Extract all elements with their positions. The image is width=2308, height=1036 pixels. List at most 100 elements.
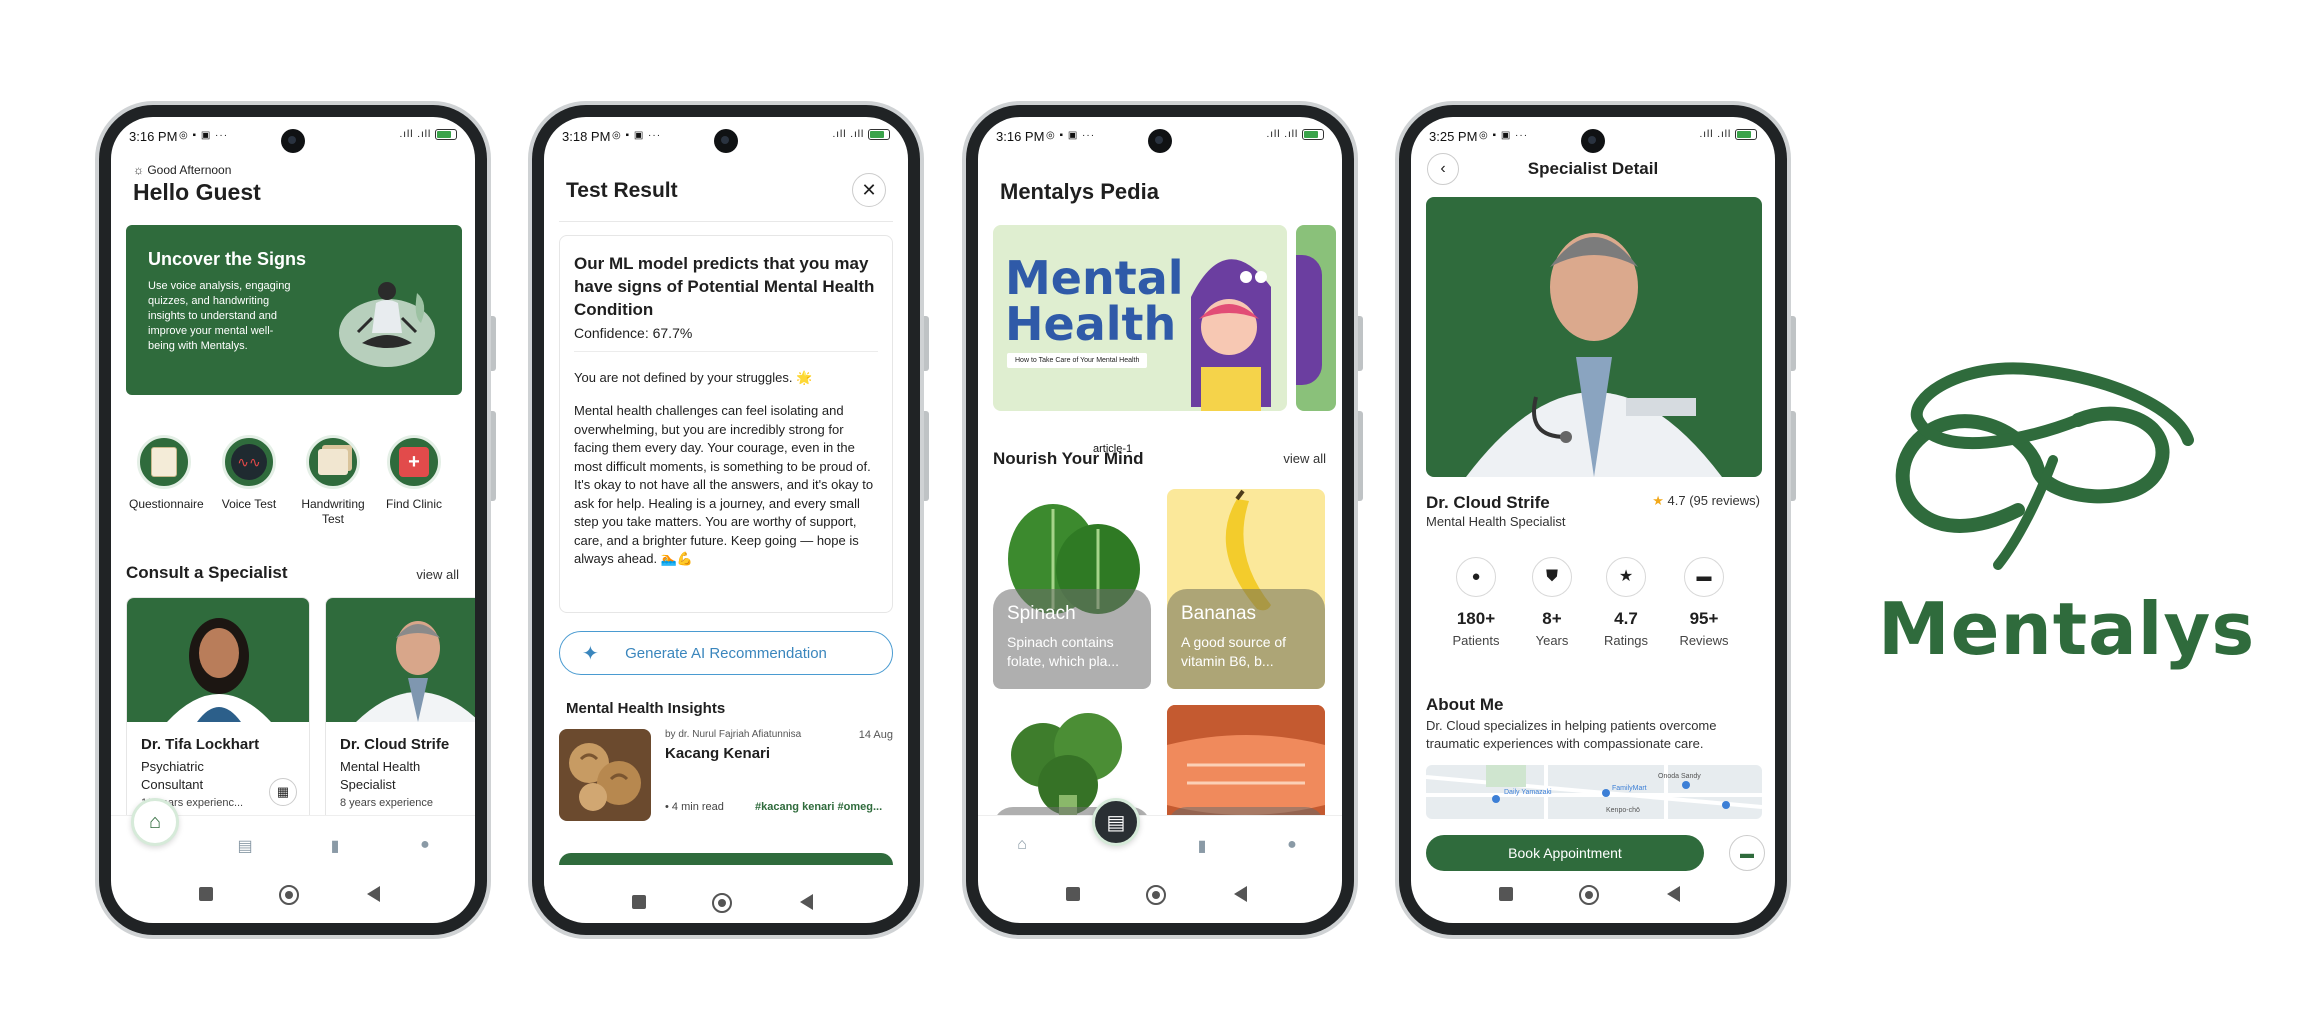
star-icon: ★ [1606, 557, 1646, 597]
doctor-role: Psychiatric Consultant [141, 759, 204, 792]
chat-icon: ▬ [1684, 557, 1724, 597]
nourish-view-all-link[interactable]: view all [1283, 451, 1326, 466]
stat-years: ⛊ 8+ Years [1520, 557, 1584, 648]
bottom-tab-bar: ⌂ ▤ ▮ ● [978, 798, 1342, 875]
hero-card[interactable]: Uncover the Signs Use voice analysis, en… [126, 225, 462, 395]
profile-tab-icon[interactable]: ● [415, 836, 435, 854]
rating-summary: ★ 4.7 (95 reviews) [1652, 493, 1760, 508]
banner-title: Mental Health [1005, 251, 1184, 351]
home-tab-icon[interactable]: ⌂ [1012, 836, 1032, 854]
hero-text: Use voice analysis, engaging quizzes, an… [148, 280, 291, 352]
walnut-image [559, 729, 651, 821]
banner-next-partial[interactable] [1296, 225, 1336, 411]
back-icon[interactable] [367, 886, 380, 902]
doctor-role: Mental Health Specialist [1426, 514, 1566, 529]
pedia-screen: 3:16 PM ◎ ▪ ▣ ··· .ıll .ıll Mentalys Ped… [978, 117, 1342, 923]
section-title-consult: Consult a Specialist [126, 563, 288, 582]
test-result-screen: 3:18 PM ◎ ▪ ▣ ··· .ıll .ıll Test Result … [544, 117, 908, 923]
doctor-card-2[interactable]: Dr. Cloud Strife Mental Health Specialis… [325, 597, 475, 825]
banner-subtitle: How to Take Care of Your Mental Health [1007, 353, 1148, 368]
stats-tab-icon[interactable]: ▮ [1192, 836, 1212, 855]
stats-tab-icon[interactable]: ▮ [325, 836, 345, 855]
home-button-icon[interactable] [1146, 885, 1166, 905]
bottom-action-button-partial[interactable] [559, 853, 893, 865]
signal-battery-icons: .ıll .ıll [399, 129, 457, 140]
pedia-tab-icon[interactable]: ▤ [235, 836, 255, 855]
article-read-time: • 4 min read [665, 801, 724, 813]
doctor-photo-2 [326, 598, 475, 722]
doctor-portrait-icon [167, 618, 271, 722]
article-title: Kacang Kenari [665, 745, 771, 762]
article-tags: #kacang kenari #omeg... [755, 801, 883, 813]
generate-ai-recommendation-button[interactable]: ✦ Generate AI Recommendation [559, 631, 893, 675]
stats-row: ● 180+ Patients ⛊ 8+ Years ★ 4.7 Ratings… [1426, 557, 1762, 657]
doctor-card-1[interactable]: Dr. Tifa Lockhart Psychiatric Consultant… [126, 597, 310, 825]
doctor-name: Dr. Cloud Strife [340, 736, 450, 753]
stat-ratings: ★ 4.7 Ratings [1594, 557, 1658, 648]
phone-pedia: 3:16 PM ◎ ▪ ▣ ··· .ıll .ıll Mentalys Ped… [962, 101, 1363, 939]
star-icon: ★ [1652, 493, 1664, 508]
food-card-bananas[interactable]: Bananas A good source of vitamin B6, b..… [1167, 489, 1325, 689]
brand-logo: Mentalys [1878, 360, 2256, 671]
feature-handwriting-test[interactable]: Handwriting Test [296, 435, 370, 527]
feature-voice-test[interactable]: ∿∿ Voice Test [214, 435, 284, 511]
insights-title: Mental Health Insights [566, 700, 726, 717]
home-screen: 3:16 PM ◎ ▪ ▣ ··· .ıll .ıll ☼ Good After… [111, 117, 475, 923]
back-icon[interactable] [1667, 886, 1680, 902]
person-icon: ● [1456, 557, 1496, 597]
sparkle-icon: ✦ [582, 642, 599, 665]
profile-tab-icon[interactable]: ● [1282, 836, 1302, 854]
system-nav-bar [1411, 879, 1775, 909]
home-button-icon[interactable] [1579, 885, 1599, 905]
encouragement-body: Mental health challenges can feel isolat… [574, 403, 874, 566]
signal-battery-icons: .ıll .ıll [1699, 129, 1757, 140]
phone-home: 3:16 PM ◎ ▪ ▣ ··· .ıll .ıll ☼ Good After… [95, 101, 496, 939]
doctor-photo [1426, 197, 1762, 477]
back-icon[interactable] [1234, 886, 1247, 902]
home-button-icon[interactable] [712, 893, 732, 913]
doctor-role: Mental Health Specialist [340, 759, 421, 792]
home-tab-icon[interactable]: ⌂ [131, 798, 179, 846]
clinic-icon: + [387, 435, 441, 489]
recents-icon[interactable] [1066, 887, 1080, 901]
hello-title: Hello Guest [133, 179, 261, 205]
stat-patients: ● 180+ Patients [1444, 557, 1508, 648]
status-time: 3:18 PM [562, 129, 611, 144]
page-title: Mentalys Pedia [1000, 179, 1159, 204]
calendar-icon[interactable]: ▦ [269, 778, 297, 806]
food-card-spinach[interactable]: Spinach Spinach contains folate, which p… [993, 489, 1151, 689]
banner-mental-health[interactable]: Mental Health How to Take Care of Your M… [993, 225, 1287, 411]
pedia-tab-icon[interactable]: ▤ [1092, 798, 1140, 846]
system-nav-bar [111, 879, 475, 909]
page-title: Test Result [566, 179, 678, 202]
signal-battery-icons: .ıll .ıll [832, 129, 890, 140]
phone-test-result: 3:18 PM ◎ ▪ ▣ ··· .ıll .ıll Test Result … [528, 101, 929, 939]
feature-questionnaire[interactable]: Questionnaire [129, 435, 204, 511]
feature-find-clinic[interactable]: + Find Clinic [379, 435, 449, 511]
recents-icon[interactable] [199, 887, 213, 901]
doctor-experience: 8 years experience [340, 797, 433, 809]
front-camera [714, 129, 738, 153]
home-button-icon[interactable] [279, 885, 299, 905]
close-icon[interactable]: ✕ [852, 173, 886, 207]
consult-view-all-link[interactable]: view all [416, 567, 459, 582]
book-appointment-button[interactable]: Book Appointment [1426, 835, 1704, 871]
system-nav-bar [544, 877, 908, 919]
front-camera [1148, 129, 1172, 153]
meditation-illustration-icon [339, 282, 435, 367]
location-map[interactable]: Daily Yamazaki FamilyMart Onoda Sandy Ke… [1426, 765, 1762, 819]
message-icon[interactable]: ▬ [1729, 835, 1765, 871]
back-icon[interactable] [800, 894, 813, 910]
walnut-icon [569, 743, 641, 811]
greeting-text: Good Afternoon [147, 163, 232, 177]
about-text: Dr. Cloud specializes in helping patient… [1426, 718, 1717, 751]
brand-name: Mentalys [1878, 587, 2256, 671]
article-row[interactable]: by dr. Nurul Fajriah Afiatunnisa 14 Aug … [559, 729, 893, 823]
recents-icon[interactable] [1499, 887, 1513, 901]
overlay-label: article-1 [1093, 443, 1133, 455]
about-title: About Me [1426, 695, 1504, 714]
recents-icon[interactable] [632, 895, 646, 909]
stat-reviews: ▬ 95+ Reviews [1672, 557, 1736, 648]
confidence-text: Confidence: 67.7% [574, 325, 693, 341]
doctor-name: Dr. Tifa Lockhart [141, 736, 260, 753]
